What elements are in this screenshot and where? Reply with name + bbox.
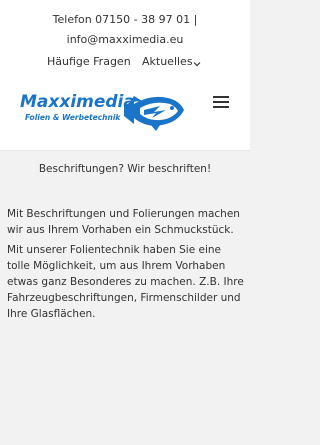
hamburger-menu-icon[interactable] <box>213 96 229 110</box>
logo-tagline: Folien & Werbetechnik <box>25 113 121 122</box>
chevron-down-icon[interactable] <box>193 60 201 68</box>
description-paragraph: Mit unserer Folientechnik haben Sie eine… <box>7 244 244 320</box>
site-logo[interactable]: Maxximedia Folien & Werbetechnik <box>20 92 190 132</box>
logo-brand-text: Maxximedia <box>20 92 135 112</box>
nav-item-news[interactable]: Aktuelles <box>142 55 193 68</box>
contact-info: Telefon 07150 - 38 97 01 | info@maxximed… <box>0 10 250 50</box>
page-headline: Beschriftungen? Wir beschriften! <box>38 163 212 175</box>
email-link[interactable]: info@maxximedia.eu <box>0 30 250 50</box>
phone-link[interactable]: Telefon 07150 - 38 97 01 | <box>0 10 250 30</box>
nav-item-faq[interactable]: Häufige Fragen <box>47 55 131 68</box>
intro-paragraph: Mit Beschriftungen und Folierungen mache… <box>7 208 240 236</box>
fish-logo-icon <box>124 96 184 131</box>
top-nav: Häufige Fragen Aktuelles <box>0 55 250 75</box>
site-header: Telefon 07150 - 38 97 01 | info@maxximed… <box>0 0 250 151</box>
